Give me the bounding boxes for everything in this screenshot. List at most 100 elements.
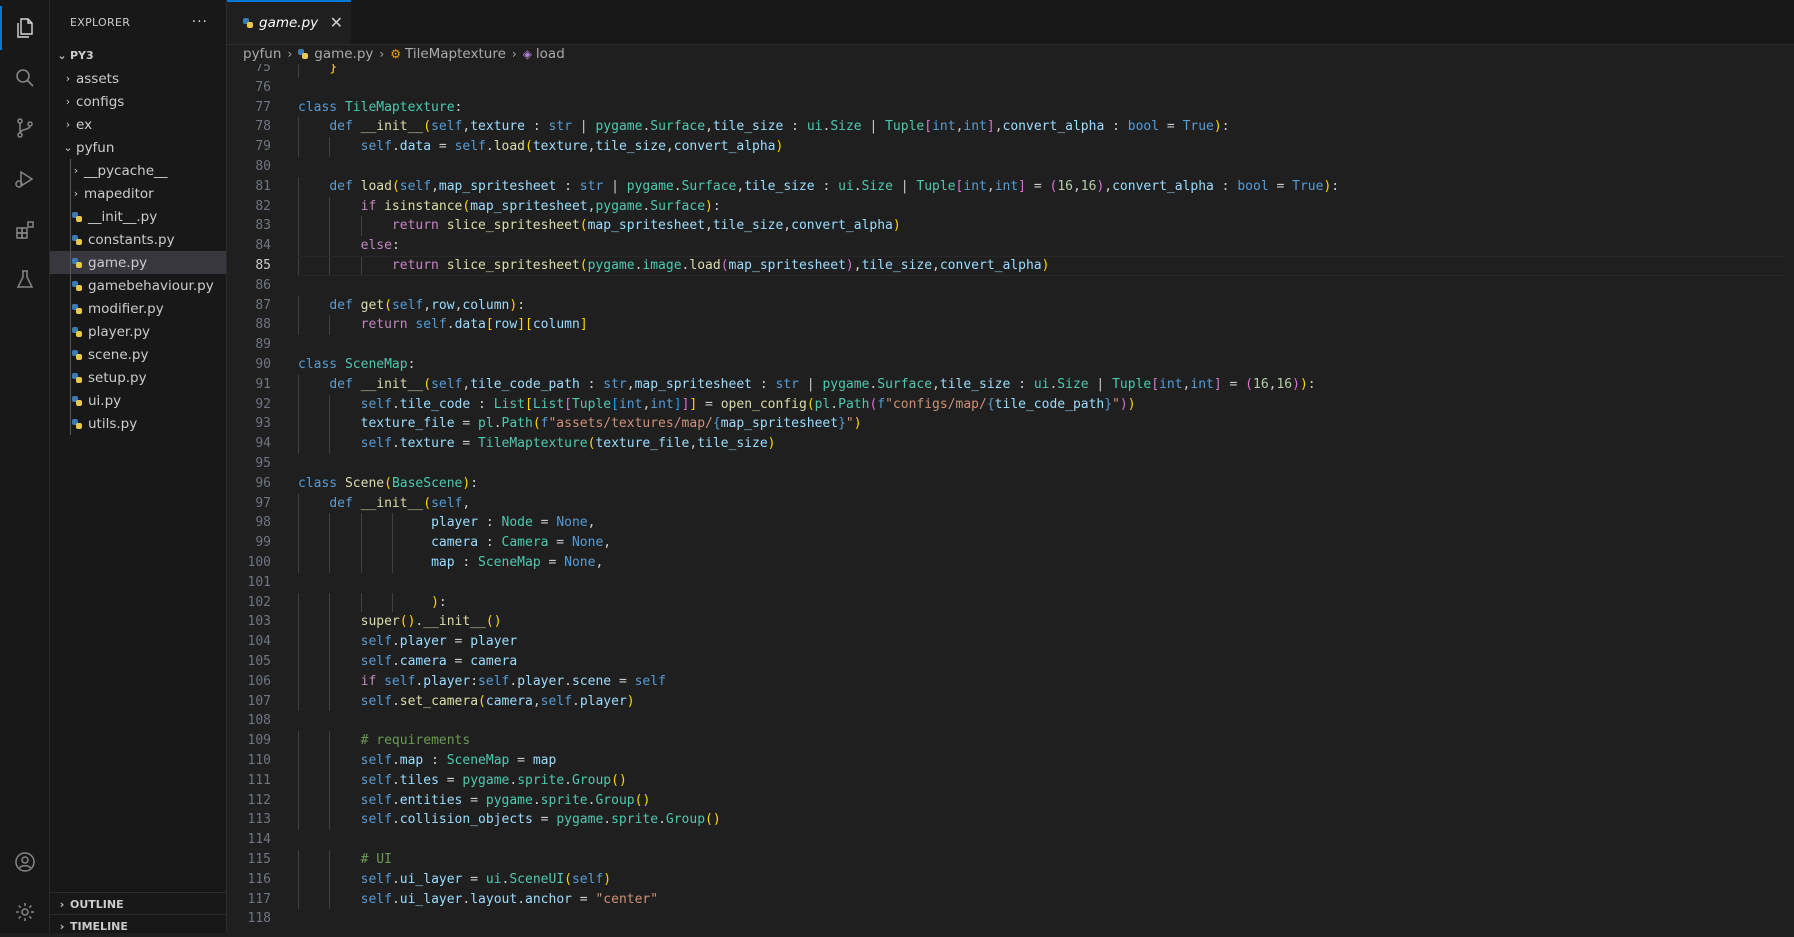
code-line[interactable]: 102 ): (227, 592, 1794, 613)
code-text: self.entities = pygame.sprite.Group() (360, 792, 651, 808)
code-line[interactable]: 87 def get(self,row,column): (227, 295, 1794, 316)
breadcrumb-class[interactable]: TileMaptexture (405, 46, 506, 62)
tree-file[interactable]: setup.py (50, 366, 226, 389)
indent-guide (298, 295, 299, 316)
code-line[interactable]: 103 super().__init__() (227, 612, 1794, 633)
code-line[interactable]: 107 self.set_camera(camera,self.player) (227, 691, 1794, 712)
code-line[interactable]: 82 if isinstance(map_spritesheet,pygame.… (227, 196, 1794, 217)
code-line[interactable]: 115 # UI (227, 850, 1794, 870)
tree-file[interactable]: ui.py (50, 389, 226, 412)
code-text: ): (431, 594, 447, 610)
code-line[interactable]: 113 self.collision_objects = pygame.spri… (227, 810, 1794, 831)
code-line[interactable]: 83 return slice_spritesheet(map_spritesh… (227, 216, 1794, 237)
tree-file[interactable]: modifier.py (50, 297, 226, 320)
tree-file[interactable]: __init__.py (50, 205, 226, 228)
code-line[interactable]: 117 self.ui_layer.layout.anchor = "cente… (227, 889, 1794, 910)
code-line[interactable]: 94 self.texture = TileMaptexture(texture… (227, 434, 1794, 454)
code-line[interactable]: 77 class TileMaptexture: (227, 98, 1794, 118)
code-line[interactable]: 79 self.data = self.load(texture,tile_si… (227, 137, 1794, 157)
tree-file[interactable]: gamebehaviour.py (50, 274, 226, 297)
tree-folder[interactable]: › __pycache__ (50, 159, 226, 182)
indent-guide (298, 810, 299, 831)
tree-folder[interactable]: › ex (50, 113, 226, 136)
code-line[interactable]: 80 (227, 157, 1794, 177)
code-line[interactable]: 75 } (227, 64, 1794, 78)
code-line[interactable]: 84 else: (227, 236, 1794, 256)
settings-gear-icon[interactable] (0, 890, 49, 934)
tree-file[interactable]: utils.py (50, 412, 226, 435)
code-line[interactable]: 111 self.tiles = pygame.sprite.Group() (227, 770, 1794, 791)
code-line[interactable]: 78 def __init__(self,texture : str | pyg… (227, 117, 1794, 138)
source-control-icon[interactable] (0, 106, 49, 150)
tree-file[interactable]: game.py (50, 251, 226, 274)
code-line[interactable]: 91 def __init__(self,tile_code_path : st… (227, 374, 1794, 395)
indent-guide (298, 592, 299, 613)
indent-guide (360, 533, 362, 553)
testing-icon[interactable] (0, 258, 49, 302)
code-line[interactable]: 108 (227, 711, 1794, 731)
code-line[interactable]: 85 return slice_spritesheet(pygame.image… (227, 256, 1794, 276)
indent-guide (329, 731, 331, 751)
extensions-icon[interactable] (0, 208, 49, 252)
indent-guide (329, 256, 331, 276)
breadcrumb-folder[interactable]: pyfun (243, 46, 281, 62)
tree-folder[interactable]: › configs (50, 90, 226, 113)
code-line[interactable]: 89 (227, 335, 1794, 355)
indent-guide (298, 691, 299, 712)
indent-guide (329, 434, 331, 454)
class-symbol-icon: ⚙ (390, 47, 401, 61)
code-line[interactable]: 86 (227, 276, 1794, 296)
code-line[interactable]: 81 def load(self,map_spritesheet : str |… (227, 176, 1794, 197)
tree-file[interactable]: player.py (50, 320, 226, 343)
code-line[interactable]: 100 map : SceneMap = None, (227, 553, 1794, 573)
code-line[interactable]: 92 self.tile_code : List[List[Tuple[int,… (227, 394, 1794, 415)
code-line[interactable]: 95 (227, 454, 1794, 474)
tree-item-label: ex (76, 116, 93, 133)
tab-game-py[interactable]: game.py ✕ (227, 0, 351, 44)
code-editor[interactable]: 75 } 76 77 class TileMaptexture: 78 def __in… (227, 64, 1794, 933)
code-line[interactable]: 88 return self.data[row][column] (227, 315, 1794, 336)
line-number: 81 (255, 178, 271, 194)
code-text: self.tiles = pygame.sprite.Group() (360, 772, 627, 788)
close-tab-icon[interactable]: ✕ (330, 13, 343, 32)
account-icon[interactable] (0, 840, 49, 884)
code-line[interactable]: 109 # requirements (227, 731, 1794, 751)
chevron-right-icon: › (511, 47, 517, 61)
tree-folder[interactable]: › assets (50, 67, 226, 90)
breadcrumb-file[interactable]: game.py (314, 46, 373, 62)
code-line[interactable]: 116 self.ui_layer = ui.SceneUI(self) (227, 869, 1794, 890)
timeline-section[interactable]: › TIMELINE (50, 914, 226, 937)
code-line[interactable]: 96 class Scene(BaseScene): (227, 474, 1794, 494)
tree-file[interactable]: scene.py (50, 343, 226, 366)
code-line[interactable]: 112 self.entities = pygame.sprite.Group(… (227, 790, 1794, 811)
outline-section[interactable]: › OUTLINE (50, 892, 226, 915)
code-line[interactable]: 101 (227, 573, 1794, 593)
breadcrumb-method[interactable]: load (536, 46, 565, 62)
tree-file[interactable]: constants.py (50, 228, 226, 251)
code-line[interactable]: 105 self.camera = camera (227, 652, 1794, 672)
tree-item-label: pyfun (76, 139, 115, 156)
more-actions-icon[interactable]: ··· (192, 14, 208, 30)
workspace-root[interactable]: ⌄ PY3 (50, 44, 226, 67)
code-line[interactable]: 97 def __init__(self, (227, 493, 1794, 514)
code-line[interactable]: 114 (227, 830, 1794, 850)
code-line[interactable]: 98 player : Node = None, (227, 513, 1794, 534)
run-debug-icon[interactable] (0, 157, 49, 201)
code-text: self.data = self.load(texture,tile_size,… (360, 139, 784, 155)
code-line[interactable]: 76 (227, 78, 1794, 98)
python-file-icon (298, 49, 309, 59)
tree-item-label: gamebehaviour.py (88, 277, 214, 294)
code-line[interactable]: 106 if self.player:self.player.scene = s… (227, 671, 1794, 692)
tree-folder[interactable]: ⌄ pyfun (50, 136, 226, 159)
code-line[interactable]: 110 self.map : SceneMap = map (227, 751, 1794, 771)
search-icon[interactable] (0, 56, 49, 100)
code-line[interactable]: 118 (227, 909, 1794, 929)
code-line[interactable]: 90 class SceneMap: (227, 355, 1794, 375)
code-line[interactable]: 99 camera : Camera = None, (227, 533, 1794, 553)
code-line[interactable]: 93 texture_file = pl.Path(f"assets/textu… (227, 414, 1794, 435)
files-icon[interactable] (0, 6, 49, 50)
indent-guide (391, 553, 393, 573)
tree-folder[interactable]: › mapeditor (50, 182, 226, 205)
code-line[interactable]: 104 self.player = player (227, 632, 1794, 652)
code-text: return slice_spritesheet(pygame.image.lo… (391, 258, 1050, 273)
